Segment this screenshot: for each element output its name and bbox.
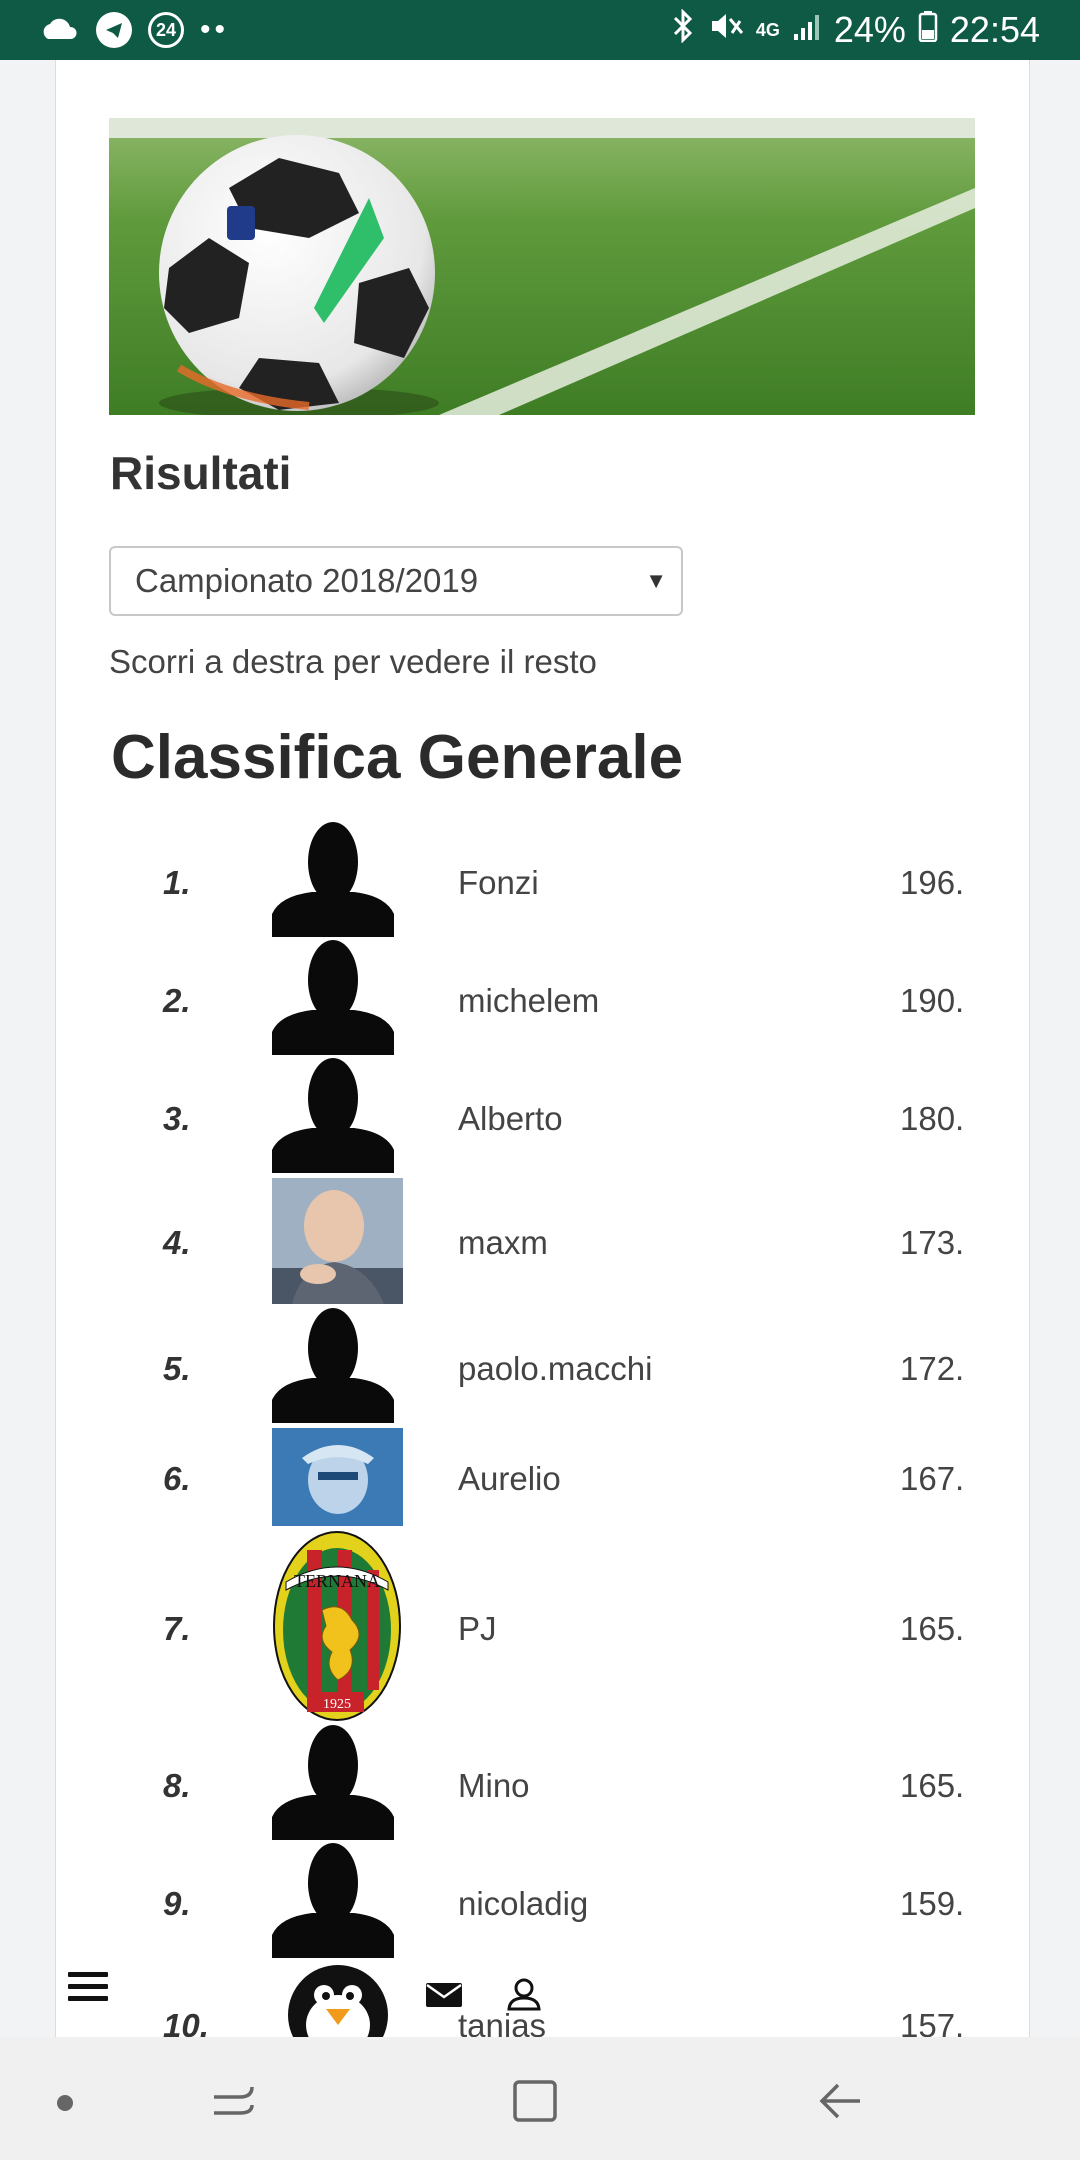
player-points: 196. [900, 864, 965, 901]
page-content: Risultati Campionato 2018/2019 ▼ Scorri … [55, 60, 1030, 2037]
ranking-row[interactable]: 8. Mino 165. [56, 1725, 1029, 1843]
ranking-row[interactable]: 6. Aurelio 167. [56, 1428, 1029, 1528]
menu-icon[interactable] [68, 1972, 108, 2006]
chevron-down-icon: ▼ [645, 568, 667, 593]
player-name: Aurelio [458, 1460, 561, 1497]
battery-percent: 24% [833, 9, 906, 50]
rank-number: 10. [163, 2007, 209, 2037]
penguin-icon [278, 1963, 398, 2037]
mute-icon [708, 9, 744, 52]
player-name: maxm [458, 1224, 548, 1261]
player-name: PJ [458, 1610, 497, 1647]
signal-icon [792, 9, 822, 51]
svg-text:1925: 1925 [323, 1697, 351, 1712]
cloud-icon [40, 15, 80, 46]
recent-apps-icon[interactable] [210, 2079, 256, 2128]
user-icon[interactable] [506, 1976, 542, 2017]
navigation-bar [0, 2037, 1080, 2160]
avatar-silhouette-icon [272, 1308, 394, 1428]
season-select[interactable]: Campionato 2018/2019 ▼ [109, 546, 683, 616]
svg-text:TERNANA: TERNANA [294, 1571, 380, 1591]
scroll-hint: Scorri a destra per vedere il resto [109, 643, 597, 680]
rank-number: 7. [163, 1610, 191, 1647]
ranking-row[interactable]: 2. michelem 190. [56, 940, 1029, 1058]
rank-number: 6. [163, 1460, 191, 1497]
rank-number: 4. [163, 1224, 191, 1261]
player-points: 157. [900, 2007, 965, 2037]
ranking-row[interactable]: 5. paolo.macchi 172. [56, 1308, 1029, 1426]
rank-number: 1. [163, 864, 191, 901]
player-name: Alberto [458, 1100, 563, 1137]
status-bar: 24 •• 4G 24% 22:54 [0, 0, 1080, 60]
dots-icon: •• [200, 13, 230, 46]
section-title: Risultati [110, 447, 292, 499]
player-points: 173. [900, 1224, 965, 1261]
back-icon[interactable] [818, 2081, 864, 2126]
badge-24-icon: 24 [148, 12, 184, 48]
network-type: 4G [755, 19, 780, 40]
ranking-row[interactable]: 9. nicoladig 159. [56, 1843, 1029, 1961]
battery-icon [918, 9, 938, 51]
player-points: 165. [900, 1610, 965, 1647]
player-points: 159. [900, 1885, 965, 1922]
ranking-row[interactable]: 7. TERNANA 1925 PJ 165. [56, 1530, 1029, 1730]
avatar-photo-icon [272, 1428, 403, 1531]
rank-number: 8. [163, 1767, 191, 1804]
avatar-silhouette-icon [272, 1058, 394, 1178]
bluetooth-icon [670, 7, 696, 52]
mail-icon[interactable] [425, 1982, 463, 2013]
rank-number: 5. [163, 1350, 191, 1387]
player-name: Mino [458, 1767, 530, 1804]
player-points: 180. [900, 1100, 965, 1137]
avatar-silhouette-icon [272, 1725, 394, 1845]
player-name: nicoladig [458, 1885, 589, 1922]
rank-number: 9. [163, 1885, 191, 1922]
ranking-row[interactable]: 1. Fonzi 196. [56, 822, 1029, 940]
ranking-row[interactable]: 3. Alberto 180. [56, 1058, 1029, 1176]
avatar-silhouette-icon [272, 1843, 394, 1963]
avatar-silhouette-icon [272, 940, 394, 1060]
player-points: 172. [900, 1350, 965, 1387]
ranking-row[interactable]: 10. tanias 157. [56, 1963, 1029, 2037]
avatar-photo-icon [272, 1178, 403, 1309]
rank-number: 3. [163, 1100, 191, 1137]
player-name: paolo.macchi [458, 1350, 653, 1387]
player-points: 167. [900, 1460, 965, 1497]
avatar-silhouette-icon [272, 822, 394, 942]
season-select-value: Campionato 2018/2019 [135, 562, 479, 599]
table-title: Classifica Generale [111, 723, 684, 792]
ranking-row[interactable]: 4. maxm 173. [56, 1178, 1029, 1306]
player-name: michelem [458, 982, 600, 1019]
telegram-icon [96, 12, 132, 48]
banner-image [109, 118, 975, 415]
player-points: 165. [900, 1767, 965, 1804]
nav-dot-icon [57, 2095, 73, 2111]
rank-number: 2. [163, 982, 191, 1019]
clock: 22:54 [949, 9, 1040, 50]
player-name: Fonzi [458, 864, 539, 901]
home-icon[interactable] [512, 2079, 558, 2128]
ternana-crest-icon: TERNANA 1925 [272, 1530, 403, 1727]
player-points: 190. [900, 982, 965, 1019]
